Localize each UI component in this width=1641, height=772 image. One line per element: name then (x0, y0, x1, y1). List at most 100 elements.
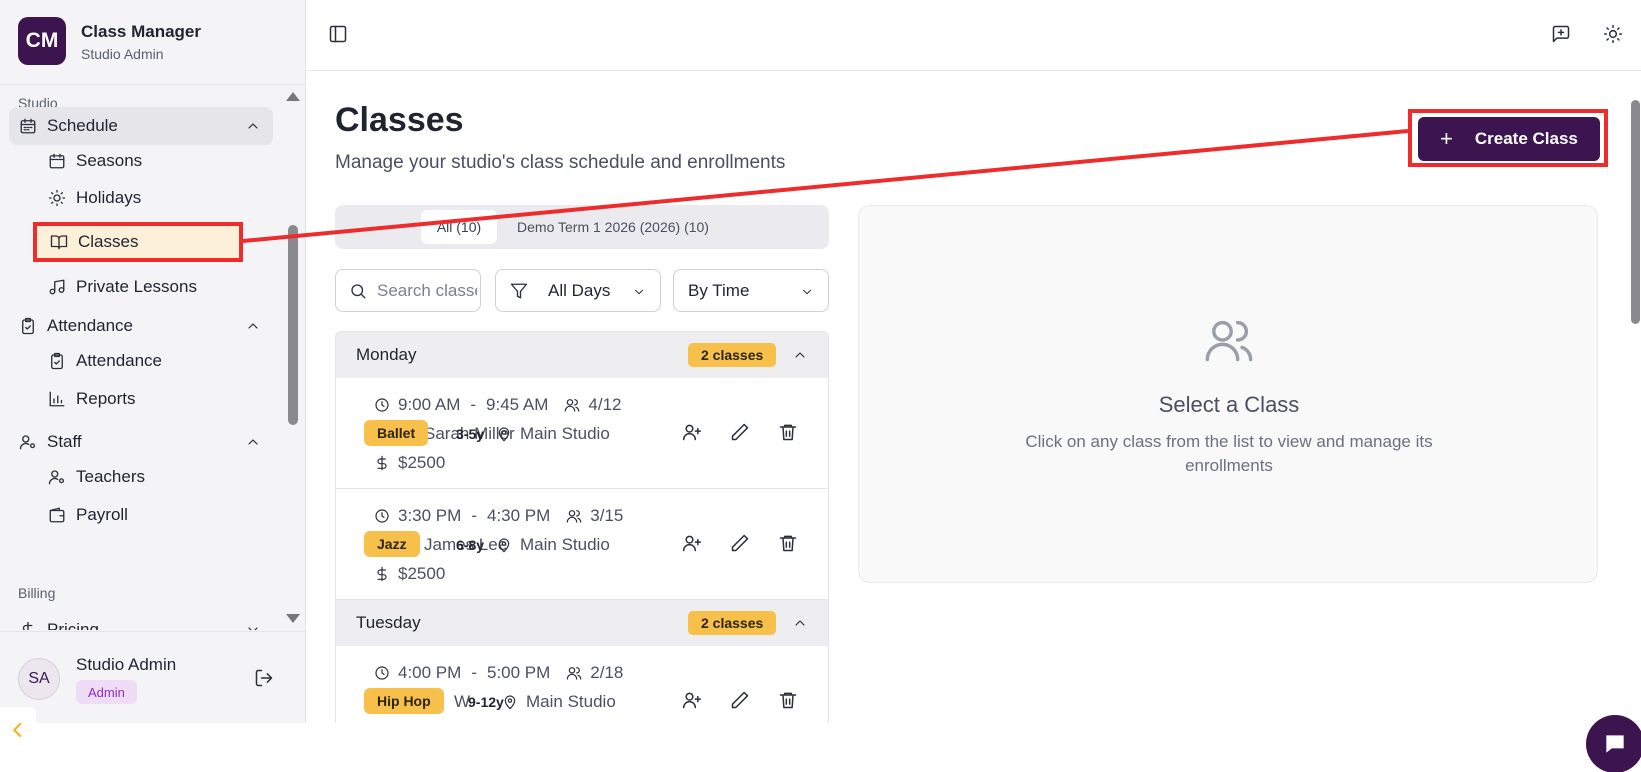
time-separator: - (470, 395, 477, 414)
chevron-down-icon (248, 627, 258, 630)
clock-icon (375, 509, 389, 523)
day-count-badge: 2 classes (688, 343, 777, 367)
sidebar-group-schedule[interactable]: Schedule (9, 107, 273, 145)
sort-select[interactable]: By Time (673, 269, 829, 312)
book-open-icon (50, 235, 68, 250)
users-icon (567, 667, 582, 680)
enrollment-count: 4/12 (588, 395, 622, 414)
empty-state-text: Click on any class from the list to view… (1025, 432, 1433, 475)
sidebar-group-attendance[interactable]: Attendance (9, 307, 273, 345)
scroll-down-arrow[interactable] (286, 614, 300, 623)
avatar[interactable]: SA (18, 658, 60, 700)
sidebar-item-classes[interactable]: Classes (33, 222, 243, 262)
trash-icon[interactable] (778, 422, 798, 442)
sidebar-item-label: Holidays (76, 188, 142, 207)
create-class-button[interactable]: + Create Class (1418, 117, 1600, 161)
sidebar-item-private-lessons[interactable]: Private Lessons (36, 269, 240, 305)
logout-icon[interactable] (254, 668, 274, 688)
section-label-billing: Billing (18, 585, 56, 601)
empty-state-title: Select a Class (1158, 392, 1300, 417)
scroll-up-arrow[interactable] (286, 92, 300, 101)
class-row[interactable]: 3:30 PM - 4:30 PM 3/15 James Lee 6-8y Ja… (336, 489, 828, 600)
calendar-icon (20, 118, 36, 134)
dollar-icon (377, 566, 387, 582)
day-header-tuesday[interactable]: Tuesday 2 classes (336, 600, 828, 646)
add-student-icon[interactable] (682, 422, 702, 442)
location-name: Main Studio (520, 424, 610, 443)
chevron-down-icon (802, 289, 812, 295)
chat-button[interactable] (1586, 715, 1641, 772)
collapse-tab[interactable] (0, 707, 36, 753)
chevron-up-icon (248, 123, 258, 129)
sidebar-nav: Studio Schedule Seasons Holidays Classes… (0, 85, 280, 630)
start-time: 3:30 PM (398, 506, 462, 525)
class-location: Main Studio (496, 424, 610, 444)
sidebar-group-pricing[interactable]: Pricing (9, 611, 273, 630)
sidebar-item-seasons[interactable]: Seasons (36, 143, 240, 179)
add-student-icon[interactable] (682, 533, 702, 553)
end-time: 4:30 PM (486, 506, 551, 525)
class-row[interactable]: 4:00 PM - 5:00 PM 2/18 W 9-12y Hip Hop M… (336, 646, 828, 723)
price-value: $2500 (398, 453, 446, 472)
add-student-icon[interactable] (682, 690, 702, 710)
edit-icon[interactable] (730, 690, 750, 710)
sidebar-item-label: Attendance (76, 351, 163, 370)
tab-demo-term[interactable]: Demo Term 1 2026 (2026) (10) (505, 210, 721, 244)
sidebar-item-teachers[interactable]: Teachers (36, 459, 240, 495)
chevron-down-icon (634, 289, 644, 295)
sidebar-item-reports[interactable]: Reports (36, 381, 240, 417)
day-filter-select[interactable]: All Days (495, 269, 661, 312)
sun-icon (48, 189, 66, 207)
brand-header[interactable]: CM Class Manager Studio Admin (0, 0, 305, 85)
trash-icon[interactable] (778, 533, 798, 553)
class-row[interactable]: 9:00 AM - 9:45 AM 4/12 Sarah Miller 3-5y… (336, 378, 828, 489)
sidebar-item-payroll[interactable]: Payroll (36, 497, 240, 533)
main-scrollbar[interactable] (1629, 78, 1641, 718)
sidebar-item-label: Seasons (76, 151, 143, 170)
chat-icon (1606, 735, 1624, 753)
location-name: Main Studio (526, 692, 616, 711)
tab-all[interactable]: All (10) (421, 210, 497, 244)
dance-style-badge: Hip Hop (364, 688, 444, 714)
enrollment-count: 2/18 (590, 663, 624, 682)
brand-logo: CM (18, 17, 66, 65)
day-header-monday[interactable]: Monday 2 classes (336, 332, 828, 378)
class-time: 4:00 PM - 5:00 PM 2/18 (374, 663, 623, 683)
brand-name: Class Manager (81, 22, 201, 41)
sidebar-item-attendance[interactable]: Attendance (36, 343, 240, 379)
sidebar-item-holidays[interactable]: Holidays (36, 180, 240, 216)
enrollment: 2/18 (566, 663, 623, 683)
age-range: 9-12y (468, 694, 504, 710)
sidebar-group-label: Schedule (47, 116, 118, 135)
theme-toggle-icon[interactable] (1603, 24, 1623, 44)
edit-icon[interactable] (730, 533, 750, 553)
sidebar-group-staff[interactable]: Staff (9, 423, 273, 461)
plus-icon: + (1440, 126, 1453, 151)
page-title: Classes (335, 101, 464, 139)
sidebar-toggle-icon[interactable] (328, 24, 348, 44)
end-time: 5:00 PM (486, 663, 551, 682)
sidebar-scrollbar[interactable] (286, 92, 300, 623)
clock-icon (375, 666, 389, 680)
feedback-icon[interactable] (1551, 24, 1571, 44)
class-list: Monday 2 classes 9:00 AM - 9:45 AM 4/12 … (335, 331, 829, 723)
end-time: 9:45 AM (486, 395, 549, 414)
search-box[interactable] (335, 269, 481, 312)
scroll-thumb[interactable] (288, 225, 298, 425)
sidebar-item-label: Private Lessons (76, 277, 197, 296)
sidebar-group-label: Pricing (47, 620, 99, 630)
clipboard-check-icon (51, 352, 63, 370)
sidebar-group-label: Staff (47, 432, 82, 451)
search-input[interactable] (377, 280, 477, 301)
edit-icon[interactable] (730, 422, 750, 442)
clock-icon (375, 398, 389, 412)
class-price: $2500 (374, 453, 445, 473)
music-icon (49, 279, 65, 295)
trash-icon[interactable] (778, 690, 798, 710)
dollar-icon (377, 455, 387, 471)
user-cog-icon (48, 470, 65, 485)
scroll-thumb[interactable] (1631, 100, 1640, 324)
bar-chart-icon (49, 391, 65, 407)
map-pin-icon (504, 695, 516, 710)
dollar-icon (22, 621, 33, 630)
